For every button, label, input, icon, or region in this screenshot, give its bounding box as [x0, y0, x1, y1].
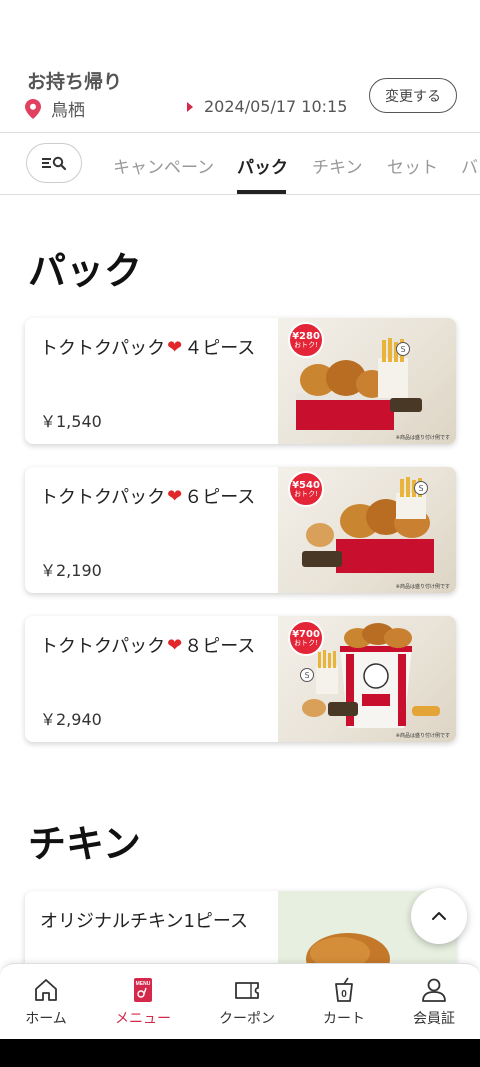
badge-amount: ¥280: [292, 330, 320, 342]
filter-search-button[interactable]: [26, 143, 82, 183]
svg-text:MENU: MENU: [136, 981, 151, 987]
item-name: オリジナルチキン1ピース: [40, 911, 249, 932]
heart-icon: ❤: [167, 336, 183, 358]
heart-icon: ❤: [167, 485, 183, 507]
cart-icon: 0: [335, 977, 353, 1002]
bottom-navigation: ホーム MENU メニュー クーポン 0 カート 会員証: [0, 963, 480, 1039]
nav-label: カート: [323, 1011, 365, 1027]
image-note: ※商品は盛り付け例です: [395, 733, 450, 739]
coupon-icon: [235, 982, 259, 999]
item-name: トクトクパック ❤ ６ピース: [40, 483, 255, 509]
datetime-text: 2024/05/17 10:15: [204, 97, 348, 116]
scroll-to-top-button[interactable]: [411, 888, 467, 944]
tab-campaign[interactable]: キャンペーン: [113, 153, 214, 178]
menu-item-card[interactable]: トクトクパック ❤ ６ピース ￥2,190 ¥540 おトク! S ※商品は盛り付け…: [25, 467, 456, 593]
item-name-suffix: ６ピース: [184, 487, 256, 508]
filter-search-icon: [42, 156, 67, 171]
item-name-suffix: ８ピース: [184, 636, 256, 657]
item-price: ￥2,940: [40, 710, 102, 729]
discount-badge: ¥280 おトク!: [288, 322, 324, 358]
nav-menu[interactable]: MENU メニュー: [103, 976, 183, 1028]
location-pin-icon: [25, 98, 41, 119]
nav-label: メニュー: [115, 1011, 171, 1027]
nav-home[interactable]: ホーム: [6, 976, 86, 1028]
tab-pack[interactable]: パック: [237, 153, 288, 178]
home-icon: [35, 979, 57, 1001]
chevron-up-icon: [432, 912, 446, 920]
nav-label: ホーム: [25, 1011, 67, 1027]
size-s-icon: S: [396, 342, 410, 356]
change-button[interactable]: 変更する: [369, 78, 457, 113]
image-note: ※商品は盛り付け例です: [395, 435, 450, 441]
cart-count: 0: [341, 989, 347, 1000]
discount-badge: ¥540 おトク!: [288, 471, 324, 507]
item-name-prefix: トクトクパック: [40, 338, 166, 359]
item-price: ￥1,540: [40, 412, 102, 431]
category-tabs: キャンペーン パック チキン セット バ: [0, 132, 480, 195]
pickup-datetime[interactable]: 2024/05/17 10:15: [187, 97, 347, 116]
badge-amount: ¥540: [292, 479, 320, 491]
item-image: ¥540 おトク! S ※商品は盛り付け例です: [278, 467, 456, 593]
menu-item-card[interactable]: トクトクパック ❤ ８ピース ￥2,940 ¥700 おトク! S ※商品は盛り付け…: [25, 616, 456, 742]
menu-icon: MENU: [134, 978, 152, 1002]
image-note: ※商品は盛り付け例です: [395, 584, 450, 590]
tab-burger[interactable]: バ: [461, 153, 478, 178]
section-title-chicken: チキン: [28, 822, 141, 866]
menu-item-card[interactable]: トクトクパック ❤ ４ピース ￥1,540 ¥280 おトク! S ※商品は盛り付け…: [25, 318, 456, 444]
item-name-prefix: トクトクパック: [40, 487, 166, 508]
item-name-prefix: トクトクパック: [40, 636, 166, 657]
nav-coupon[interactable]: クーポン: [207, 976, 287, 1028]
nav-label: 会員証: [413, 1011, 455, 1027]
member-icon: [422, 978, 446, 1002]
nav-cart[interactable]: 0 カート: [304, 976, 384, 1028]
store-location[interactable]: 鳥栖: [25, 96, 85, 121]
system-navigation-bar: [0, 1039, 480, 1067]
item-name-suffix: ４ピース: [184, 338, 256, 359]
badge-sub: おトク!: [294, 340, 318, 349]
nav-member[interactable]: 会員証: [394, 976, 474, 1028]
order-type: お持ち帰り: [27, 71, 123, 93]
badge-sub: おトク!: [294, 638, 318, 647]
badge-amount: ¥700: [292, 628, 320, 640]
active-tab-indicator: [237, 190, 286, 194]
discount-badge: ¥700 おトク!: [288, 620, 324, 656]
badge-sub: おトク!: [294, 489, 318, 498]
store-name: 鳥栖: [51, 101, 85, 121]
size-s-icon: S: [300, 668, 314, 682]
heart-icon: ❤: [167, 634, 183, 656]
item-image: ¥700 おトク! S ※商品は盛り付け例です: [278, 616, 456, 742]
item-price: ￥2,190: [40, 561, 102, 580]
section-title-pack: パック: [28, 249, 143, 293]
caret-right-icon: [187, 101, 193, 112]
item-image: ¥280 おトク! S ※商品は盛り付け例です: [278, 318, 456, 444]
item-name: トクトクパック ❤ ４ピース: [40, 334, 255, 360]
tab-chicken[interactable]: チキン: [312, 153, 363, 178]
size-s-icon: S: [414, 481, 428, 495]
header: お持ち帰り 鳥栖 2024/05/17 10:15 変更する: [0, 0, 480, 132]
tab-set[interactable]: セット: [387, 153, 438, 178]
nav-label: クーポン: [219, 1011, 275, 1027]
item-name: トクトクパック ❤ ８ピース: [40, 632, 255, 658]
